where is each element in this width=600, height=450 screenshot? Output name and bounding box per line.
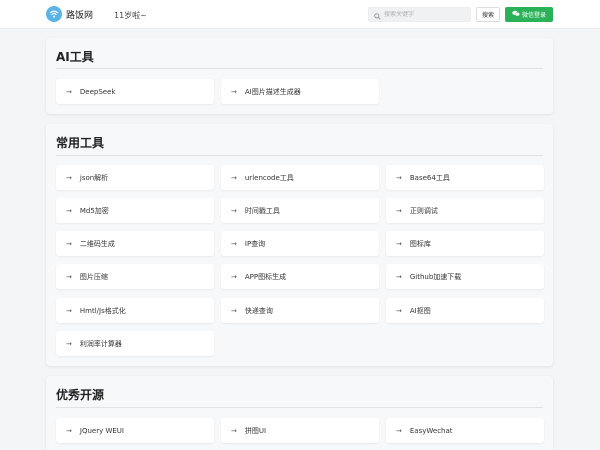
search-button[interactable]: 搜索 xyxy=(476,7,500,22)
arrow-right-icon: → xyxy=(396,272,402,281)
tool-label: IP查询 xyxy=(244,239,266,248)
tool-label: 拼图UI xyxy=(244,426,267,435)
tool-card[interactable]: → 快递查询 xyxy=(221,298,379,323)
tool-card[interactable]: → AI抠图 xyxy=(386,298,544,323)
tool-label: Base64工具 xyxy=(409,173,450,182)
section-title: 优秀开源 xyxy=(56,388,105,402)
site-logo[interactable]: 路饭网 xyxy=(46,6,93,22)
arrow-right-icon: → xyxy=(231,426,237,435)
tool-card[interactable]: → Base64工具 xyxy=(386,165,544,190)
search-box[interactable] xyxy=(368,7,471,22)
arrow-right-icon: → xyxy=(396,206,402,215)
tool-card[interactable]: → 二维码生成 xyxy=(56,231,214,256)
tool-card[interactable]: → AI图片描述生成器 xyxy=(221,79,379,104)
tool-label: 快递查询 xyxy=(244,306,273,315)
wechat-login-button[interactable]: 微信登录 xyxy=(505,7,553,22)
section-common-tools: 常用工具 → json解析 → urlencode工具 → Base64工具 →… xyxy=(46,124,553,366)
tool-card[interactable]: → 拼图UI xyxy=(221,418,379,443)
arrow-right-icon: → xyxy=(396,306,402,315)
section-open-source: 优秀开源 → JQuery WEUI → 拼图UI → EasyWechat xyxy=(46,376,553,450)
arrow-right-icon: → xyxy=(66,206,72,215)
arrow-right-icon: → xyxy=(231,306,237,315)
section-ai-tools: AI工具 → DeepSeek → AI图片描述生成器 xyxy=(46,38,553,114)
arrow-right-icon: → xyxy=(231,87,237,96)
section-title: AI工具 xyxy=(56,50,94,64)
tool-label: 二维码生成 xyxy=(79,239,115,248)
tool-card[interactable]: → Md5加密 xyxy=(56,198,214,223)
tool-card[interactable]: → 利润率计算器 xyxy=(56,331,214,356)
tool-card[interactable]: → JQuery WEUI xyxy=(56,418,214,443)
section-title: 常用工具 xyxy=(56,136,105,150)
wechat-icon xyxy=(512,10,520,19)
tool-card[interactable]: → 图标库 xyxy=(386,231,544,256)
tool-card[interactable]: → APP图标生成 xyxy=(221,264,379,289)
arrow-right-icon: → xyxy=(396,239,402,248)
arrow-right-icon: → xyxy=(231,173,237,182)
tool-card[interactable]: → IP查询 xyxy=(221,231,379,256)
section-divider xyxy=(56,155,543,156)
tool-card[interactable]: → DeepSeek xyxy=(56,79,214,104)
tool-label: Github加速下载 xyxy=(409,272,462,281)
arrow-right-icon: → xyxy=(231,272,237,281)
search-icon xyxy=(374,5,381,24)
tool-card[interactable]: → 图片压缩 xyxy=(56,264,214,289)
tool-card[interactable]: → Hmtl/Js格式化 xyxy=(56,298,214,323)
top-header: 路饭网 11岁啦~ 搜索 微信登录 xyxy=(0,0,600,29)
arrow-right-icon: → xyxy=(231,206,237,215)
tool-label: 图标库 xyxy=(409,239,431,248)
tool-label: Md5加密 xyxy=(79,206,109,215)
tool-label: AI图片描述生成器 xyxy=(244,87,301,96)
tool-card[interactable]: → urlencode工具 xyxy=(221,165,379,190)
arrow-right-icon: → xyxy=(66,426,72,435)
tool-card[interactable]: → 正则调试 xyxy=(386,198,544,223)
arrow-right-icon: → xyxy=(66,239,72,248)
arrow-right-icon: → xyxy=(231,239,237,248)
tool-card[interactable]: → 时间戳工具 xyxy=(221,198,379,223)
tool-label: json解析 xyxy=(79,173,109,182)
tool-card[interactable]: → json解析 xyxy=(56,165,214,190)
wifi-icon xyxy=(46,6,62,22)
arrow-right-icon: → xyxy=(66,87,72,96)
tool-label: APP图标生成 xyxy=(244,272,287,281)
section-divider xyxy=(56,407,543,408)
section-divider xyxy=(56,68,543,69)
tool-label: Hmtl/Js格式化 xyxy=(79,306,126,315)
arrow-right-icon: → xyxy=(66,272,72,281)
tool-label: DeepSeek xyxy=(79,87,116,96)
tool-label: JQuery WEUI xyxy=(79,426,124,435)
tool-label: EasyWechat xyxy=(409,426,453,435)
search-input[interactable] xyxy=(384,11,468,18)
site-name: 路饭网 xyxy=(66,10,94,21)
tool-label: 正则调试 xyxy=(409,206,438,215)
arrow-right-icon: → xyxy=(396,173,402,182)
tool-card[interactable]: → Github加速下载 xyxy=(386,264,544,289)
arrow-right-icon: → xyxy=(66,173,72,182)
arrow-right-icon: → xyxy=(396,426,402,435)
tool-card[interactable]: → EasyWechat xyxy=(386,418,544,443)
tool-label: 图片压缩 xyxy=(79,272,108,281)
tool-label: 时间戳工具 xyxy=(244,206,280,215)
tool-label: AI抠图 xyxy=(409,306,431,315)
tool-label: urlencode工具 xyxy=(244,173,294,182)
arrow-right-icon: → xyxy=(66,339,72,348)
site-slogan: 11岁啦~ xyxy=(114,11,147,20)
arrow-right-icon: → xyxy=(66,306,72,315)
wechat-login-label: 微信登录 xyxy=(521,13,546,19)
tool-label: 利润率计算器 xyxy=(79,339,122,348)
